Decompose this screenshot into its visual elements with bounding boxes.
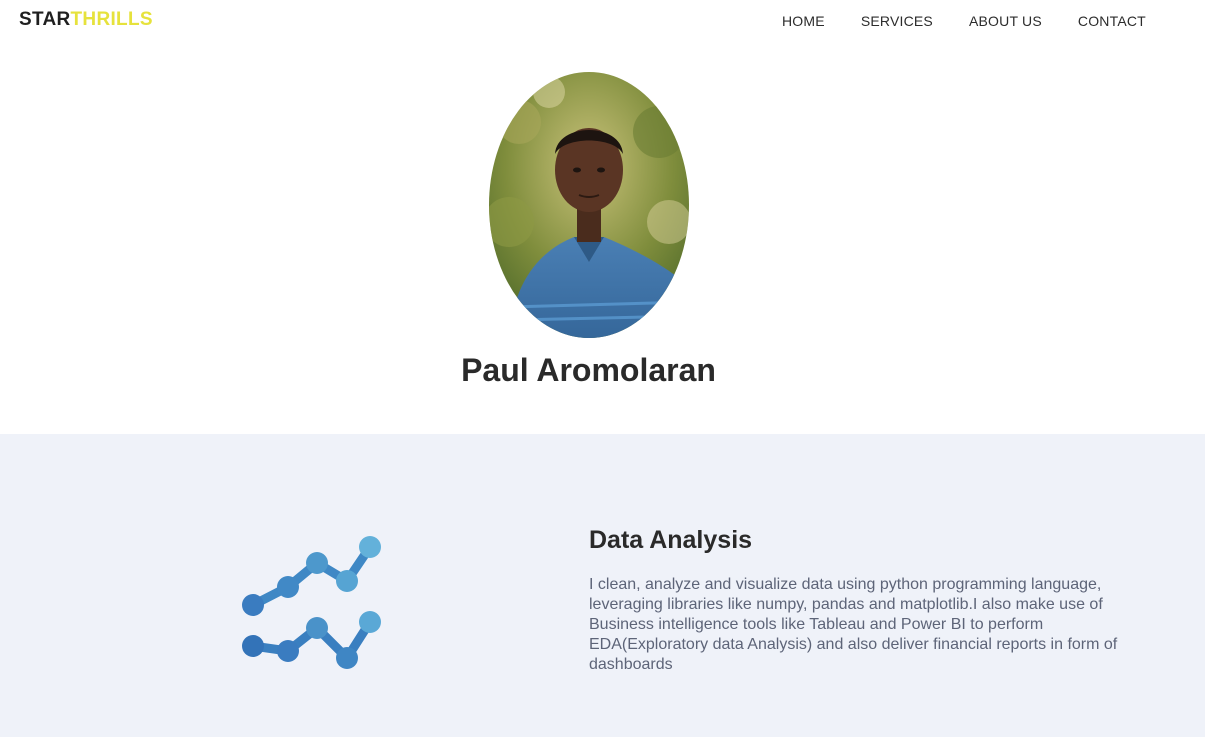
nav-links: HOME SERVICES ABOUT US CONTACT [782,13,1146,29]
profile-avatar [489,72,689,338]
brand-logo-part2: THRILLS [70,9,153,30]
nav-services-link[interactable]: SERVICES [861,13,933,29]
services-section: Data Analysis I clean, analyze and visua… [0,434,1205,737]
navbar: STARTHRILLS HOME SERVICES ABOUT US CONTA… [0,0,1205,40]
service-description: I clean, analyze and visualize data usin… [589,576,1118,673]
line-chart-icon [238,530,388,675]
profile-photo [489,72,689,338]
profile-name: Paul Aromolaran [461,352,716,388]
nav-about-link[interactable]: ABOUT US [969,13,1042,29]
profile-hero: Paul Aromolaran [0,40,1205,434]
brand-logo-part1: STAR [19,9,71,30]
nav-home-link[interactable]: HOME [782,13,825,29]
nav-contact-link[interactable]: CONTACT [1078,13,1146,29]
service-title: Data Analysis [589,526,753,554]
brand-logo[interactable]: STARTHRILLS [19,9,153,31]
